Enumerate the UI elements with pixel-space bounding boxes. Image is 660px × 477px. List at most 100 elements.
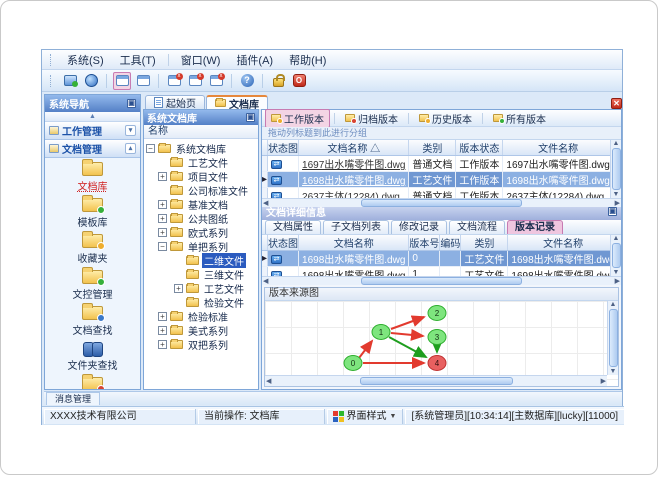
tree-node[interactable]: − 单把系列 bbox=[144, 239, 258, 254]
col-filename[interactable]: 文件名称 bbox=[502, 140, 614, 156]
graph-area[interactable]: 0 1 2 3 4 ▲ ▼ ◀ ▶ bbox=[265, 301, 618, 386]
tab-start-page[interactable]: 起始页 bbox=[145, 95, 205, 110]
col-verstate[interactable]: 版本状态 bbox=[455, 140, 504, 156]
menu-tools[interactable]: 工具(T) bbox=[113, 50, 163, 70]
scroll-thumb[interactable] bbox=[611, 148, 621, 191]
horizontal-scrollbar[interactable]: ◀ ▶ bbox=[265, 375, 607, 386]
scroll-thumb[interactable] bbox=[361, 277, 522, 285]
tree-node[interactable]: + 工艺文件 bbox=[144, 281, 258, 296]
collapse-icon[interactable]: − bbox=[146, 143, 155, 153]
table-row-selected[interactable]: ▸ ⇄ 1698出水嘴零件图.dwg 0 工艺文件 1698出水嘴零件图.dwg… bbox=[262, 250, 621, 268]
work-version-button[interactable]: 工作版本 bbox=[265, 108, 330, 128]
sidebar-item-folder-search[interactable]: 文件夹查找 bbox=[45, 342, 140, 372]
tree-node[interactable]: + 双把系列 bbox=[144, 337, 258, 352]
table-row-selected[interactable]: ▸ ⇄ 1698出水嘴零件图.dwg 工艺文件 工作版本 1698出水嘴零件图.… bbox=[262, 171, 621, 188]
tree-node[interactable]: 公司标准文件 bbox=[144, 183, 258, 198]
expand-icon[interactable]: + bbox=[158, 171, 167, 181]
col-status[interactable]: 状态图 bbox=[267, 140, 300, 156]
tree-node[interactable]: + 欧式系列 bbox=[144, 225, 258, 240]
menu-window[interactable]: 窗口(W) bbox=[174, 50, 228, 70]
pin-icon[interactable]: ▣ bbox=[246, 113, 255, 122]
col-status[interactable]: 状态图 bbox=[267, 235, 300, 252]
close-other-button[interactable]: x bbox=[207, 72, 225, 90]
tree-node[interactable]: 工艺文件 bbox=[144, 155, 258, 170]
tree-column-header[interactable]: 名称 bbox=[144, 125, 258, 139]
close-all-button[interactable]: x bbox=[186, 72, 204, 90]
sidebar-item-doc-search[interactable]: 文档查找 bbox=[45, 303, 140, 337]
scroll-thumb[interactable] bbox=[359, 377, 513, 385]
tab-modify-record[interactable]: 修改记录 bbox=[391, 220, 447, 235]
tree-node[interactable]: + 公共图纸 bbox=[144, 211, 258, 226]
pin-icon[interactable]: ▣ bbox=[127, 99, 136, 108]
expand-icon[interactable]: + bbox=[158, 213, 167, 223]
col-category[interactable]: 类别 bbox=[460, 235, 509, 252]
archive-version-button[interactable]: 归档版本 bbox=[339, 109, 404, 128]
tab-doc-flow[interactable]: 文档流程 bbox=[449, 220, 505, 235]
globe-button[interactable] bbox=[82, 72, 100, 90]
close-doc-button[interactable]: x bbox=[165, 72, 183, 90]
exit-button[interactable]: O bbox=[290, 72, 308, 90]
tree-node[interactable]: + 基准文档 bbox=[144, 197, 258, 212]
tree-node[interactable]: + 检验标准 bbox=[144, 309, 258, 324]
history-version-button[interactable]: 历史版本 bbox=[413, 109, 478, 128]
menu-plugins[interactable]: 插件(A) bbox=[229, 50, 280, 70]
table-row[interactable]: ⇄ 1697出水嘴零件图.dwg 普通文档 工作版本 1697出水嘴零件图.dw… bbox=[262, 155, 621, 172]
sidebar-item-template-library[interactable]: 模板库 bbox=[45, 195, 140, 229]
scroll-thumb[interactable] bbox=[611, 243, 621, 268]
ui-style-selector[interactable]: 界面样式 ▼ bbox=[326, 408, 404, 424]
expand-icon[interactable]: + bbox=[158, 311, 167, 321]
col-code[interactable]: 编码 bbox=[439, 235, 462, 252]
window-button[interactable] bbox=[113, 71, 131, 90]
pin-icon[interactable]: ▣ bbox=[608, 207, 617, 217]
vertical-scrollbar[interactable]: ▲ ▼ bbox=[610, 140, 621, 199]
close-icon[interactable]: ✕ bbox=[611, 98, 622, 109]
sidebar-item-doc-control[interactable]: 文控管理 bbox=[45, 267, 140, 301]
vertical-scrollbar[interactable]: ▲ ▼ bbox=[607, 301, 618, 375]
col-verno[interactable]: 版本号 bbox=[408, 235, 441, 252]
expand-icon[interactable]: + bbox=[158, 339, 167, 349]
tab-message-management[interactable]: 消息管理 bbox=[46, 392, 101, 405]
tab-version-record[interactable]: 版本记录 bbox=[507, 220, 563, 235]
sidebar-item-checked-out-docs[interactable]: 签出的文档 bbox=[45, 374, 140, 389]
col-docname[interactable]: 文档名称 bbox=[298, 235, 410, 252]
window-list-button[interactable] bbox=[134, 72, 152, 90]
scroll-thumb[interactable] bbox=[608, 309, 618, 367]
expand-icon[interactable]: + bbox=[158, 325, 167, 335]
collapse-icon[interactable]: − bbox=[158, 241, 167, 251]
scroll-thumb[interactable] bbox=[361, 199, 522, 208]
tree-node-root[interactable]: − 系统文档库 bbox=[144, 141, 258, 156]
vertical-scrollbar[interactable]: ▲ ▼ bbox=[610, 235, 621, 276]
tree-node[interactable]: + 美式系列 bbox=[144, 323, 258, 338]
horizontal-scrollbar[interactable]: ◀ ▶ bbox=[262, 198, 621, 208]
chevron-down-icon[interactable]: ▾ bbox=[125, 125, 136, 136]
chevron-up-icon[interactable]: ▴ bbox=[125, 143, 136, 154]
tree-node[interactable]: 检验文件 bbox=[144, 295, 258, 310]
expand-icon[interactable]: + bbox=[174, 283, 183, 293]
screen-button[interactable] bbox=[61, 72, 79, 90]
tab-doc-library[interactable]: 文档库 bbox=[206, 95, 268, 111]
sidebar-section-docs[interactable]: 文档管理 ▴ bbox=[45, 140, 140, 158]
tree-node-selected[interactable]: 二维文件 bbox=[144, 252, 258, 268]
menu-help[interactable]: 帮助(H) bbox=[282, 50, 333, 70]
col-docname[interactable]: 文档名称 △ bbox=[298, 140, 410, 156]
help-button[interactable]: ? bbox=[238, 72, 256, 90]
menu-system[interactable]: 系统(S) bbox=[60, 50, 111, 70]
tree-node[interactable]: + 项目文件 bbox=[144, 169, 258, 184]
horizontal-scrollbar[interactable]: ◀ ▶ bbox=[262, 276, 621, 285]
all-version-button[interactable]: 所有版本 bbox=[487, 109, 552, 128]
col-category[interactable]: 类别 bbox=[408, 140, 457, 156]
expand-icon[interactable]: + bbox=[158, 227, 167, 237]
group-by-hint[interactable]: 拖动列标题到此进行分组 bbox=[262, 127, 621, 140]
table-row[interactable]: ⇄ 2637主体(12284).dwg 普通文档 工作版本 2637主体(122… bbox=[262, 187, 621, 199]
sidebar-item-doc-library[interactable]: 文档库 bbox=[45, 159, 140, 193]
tab-subdoc-list[interactable]: 子文档列表 bbox=[323, 220, 389, 235]
lock-button[interactable] bbox=[269, 72, 287, 90]
expand-icon[interactable]: + bbox=[158, 199, 167, 209]
table-row[interactable]: ⇄ 1698出水嘴零件图.dwg 1 工艺文件 1698出水嘴零件图.dwg 7… bbox=[262, 266, 621, 276]
col-filename[interactable]: 文件名称 bbox=[507, 235, 619, 252]
sidebar-item-favorites[interactable]: 收藏夹 bbox=[45, 231, 140, 265]
tab-doc-properties[interactable]: 文档属性 bbox=[265, 220, 321, 235]
sidebar-section-work[interactable]: 工作管理 ▾ bbox=[45, 122, 140, 140]
sidebar-collapse-strip[interactable]: ▲ bbox=[45, 112, 140, 122]
tree-node[interactable]: 三维文件 bbox=[144, 267, 258, 282]
